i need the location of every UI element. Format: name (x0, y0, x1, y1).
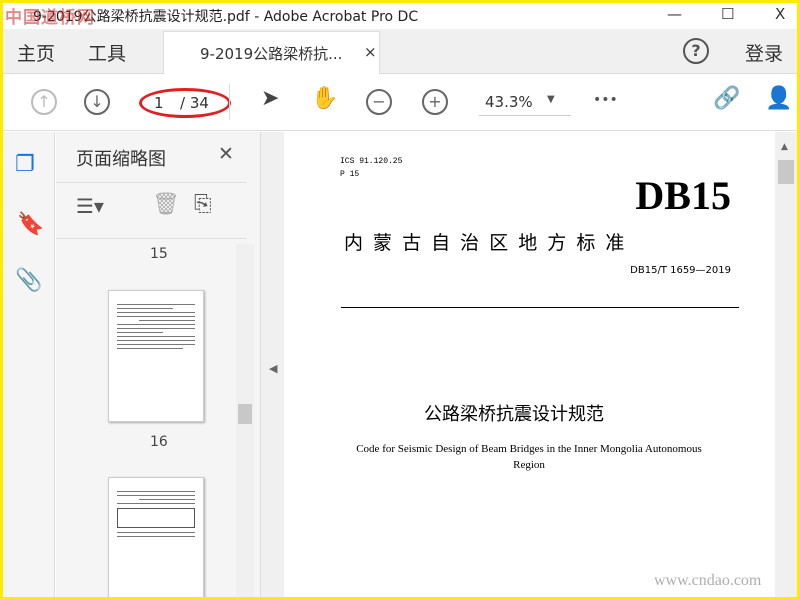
hand-tool-icon[interactable]: ✋ (311, 86, 338, 111)
ics-code: ICS 91.120.25 (340, 157, 403, 166)
thumbnails-panel: 页面缩略图 ✕ ☰▾ 🗑 ⎘ 15 16 (56, 132, 261, 597)
title-bar: 9-2019公路梁桥抗震设计规范.pdf - Adobe Acrobat Pro… (3, 3, 797, 29)
close-tab-icon[interactable]: × (364, 43, 377, 61)
delete-page-icon[interactable]: 🗑 (152, 192, 180, 217)
zoom-value: 43.3% (485, 93, 533, 111)
thumbnail-options-icon[interactable]: ☰▾ (76, 194, 104, 218)
more-tools-icon[interactable]: ••• (593, 92, 618, 108)
left-rail: ❐ 🔖 📎 (3, 132, 55, 597)
zoom-select[interactable]: 43.3% ▼ (479, 90, 571, 116)
thumbnail-label: 15 (150, 246, 168, 262)
attachment-icon[interactable]: 📎 (15, 268, 42, 293)
zoom-out-icon[interactable]: − (366, 89, 392, 115)
standard-number: DB15/T 1659—2019 (630, 265, 731, 276)
select-cursor-icon[interactable]: ➤ (261, 86, 279, 111)
panel-title: 页面缩略图 (76, 149, 166, 170)
watermark-logo: 中国道桥网 (5, 8, 95, 28)
document-scrollbar[interactable]: ▲ (775, 132, 797, 597)
divider (229, 84, 230, 120)
standard-code: DB15 (635, 173, 731, 218)
thumbnail-label: 16 (150, 434, 168, 450)
maximize-button[interactable]: ☐ (721, 5, 734, 23)
panel-close-icon[interactable]: ✕ (218, 143, 234, 165)
add-user-icon[interactable]: 👤 (765, 86, 792, 111)
help-icon[interactable]: ? (683, 38, 709, 64)
previous-page-icon[interactable]: ↑ (31, 89, 57, 115)
document-view[interactable]: ICS 91.120.25 P 15 DB15 内 蒙 古 自 治 区 地 方 … (284, 132, 775, 597)
watermark-url: www.cndao.com (654, 572, 762, 589)
organization: 内 蒙 古 自 治 区 地 方 标 准 (344, 232, 627, 254)
document-title-cn: 公路梁桥抗震设计规范 (424, 404, 604, 425)
page-number-input[interactable]: 1 / 34 (139, 88, 231, 118)
page-current[interactable]: 1 (154, 94, 164, 112)
page-thumbnail-16[interactable] (108, 290, 204, 422)
close-button[interactable]: X (775, 5, 785, 23)
thumbnail-scrollbar[interactable] (236, 244, 254, 597)
collapse-panel-button[interactable]: ◀ (261, 132, 284, 597)
minimize-button[interactable]: — (667, 5, 682, 23)
divider-line (341, 307, 739, 308)
document-tab-label: 9-2019公路梁桥抗... (200, 45, 343, 63)
tab-tools[interactable]: 工具 (88, 39, 126, 66)
login-button[interactable]: 登录 (745, 39, 783, 66)
insert-page-icon[interactable]: ⎘ (194, 192, 212, 217)
tab-home[interactable]: 主页 (17, 39, 55, 66)
share-link-icon[interactable]: 🔗 (713, 86, 740, 111)
zoom-in-icon[interactable]: + (422, 89, 448, 115)
toolbar: ↑ ↓ 1 / 34 ➤ ✋ − + 43.3% ▼ ••• 🔗 👤 (3, 74, 797, 131)
page-thumbnail-17[interactable] (108, 477, 204, 597)
document-title-en: Code for Seismic Design of Beam Bridges … (356, 443, 702, 471)
page-thumbnails-icon[interactable]: ❐ (15, 152, 35, 177)
page-total: / 34 (180, 94, 209, 112)
p-code: P 15 (340, 170, 360, 179)
chevron-down-icon: ▼ (547, 94, 555, 105)
bookmark-icon[interactable]: 🔖 (17, 212, 44, 237)
next-page-icon[interactable]: ↓ (84, 89, 110, 115)
tab-document[interactable]: 9-2019公路梁桥抗... × (163, 31, 380, 74)
tab-bar: 主页 工具 9-2019公路梁桥抗... × ? 登录 (3, 29, 797, 74)
